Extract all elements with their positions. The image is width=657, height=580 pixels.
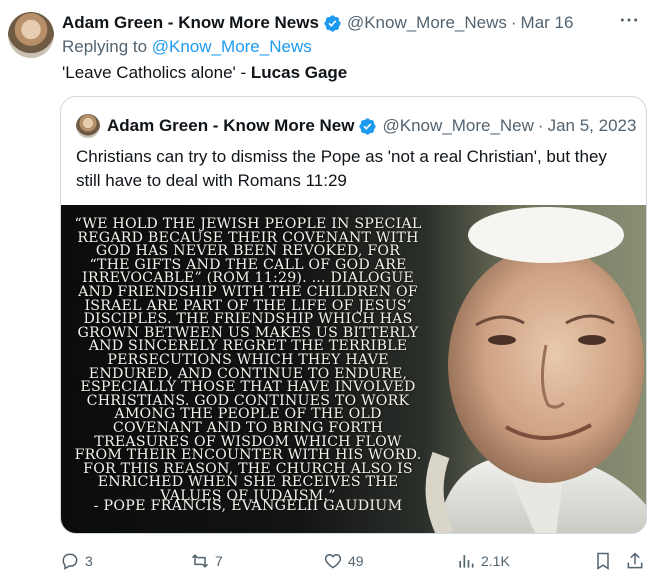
- like-icon: [324, 553, 342, 569]
- bookmark-button[interactable]: [593, 550, 613, 572]
- more-icon[interactable]: [619, 10, 639, 35]
- repost-icon: [191, 554, 209, 568]
- quoted-author-handle: @Know_More_New: [382, 116, 534, 135]
- image-attribution: - Pope Francis, Evangelii Gaudium: [93, 498, 403, 514]
- author-name[interactable]: Adam Green - Know More News: [62, 13, 319, 33]
- repost-button[interactable]: 7: [190, 550, 223, 572]
- verified-badge-icon: [324, 14, 341, 32]
- quoted-date: Jan 5, 2023: [547, 116, 637, 135]
- action-bar: 3 7 49 2.1K: [60, 550, 647, 574]
- quoted-image[interactable]: “We hold the Jewish people in special re…: [61, 205, 646, 533]
- author-handle[interactable]: @Know_More_News: [347, 13, 507, 33]
- reply-button[interactable]: 3: [60, 550, 93, 572]
- verified-badge-icon: [359, 117, 377, 135]
- quoted-author-name: Adam Green - Know More New: [107, 116, 355, 135]
- repost-count: 7: [215, 553, 223, 569]
- share-button[interactable]: [625, 550, 645, 572]
- header-separator: ·: [510, 13, 517, 32]
- pope-portrait: [425, 207, 646, 533]
- share-icon: [627, 552, 643, 569]
- like-count: 49: [348, 553, 364, 569]
- tweet-text-bold: Lucas Gage: [250, 63, 348, 82]
- tweet-date[interactable]: Mar 16: [521, 13, 574, 33]
- tweet-header: Adam Green - Know More News @Know_More_N…: [62, 12, 573, 34]
- quoted-text: Christians can try to dismiss the Pope a…: [76, 147, 607, 190]
- replying-to-link[interactable]: @Know_More_News: [152, 37, 312, 56]
- image-quote-text: “We hold the Jewish people in special re…: [74, 216, 422, 504]
- replying-to: Replying to @Know_More_News: [62, 37, 312, 57]
- reply-icon: [62, 553, 78, 570]
- tweet-text-main: 'Leave Catholics alone' -: [62, 63, 251, 82]
- tweet-text: 'Leave Catholics alone' - Lucas Gage: [62, 63, 347, 83]
- quoted-tweet[interactable]: Adam Green - Know More New @Know_More_Ne…: [60, 96, 647, 534]
- replying-prefix: Replying to: [62, 37, 148, 56]
- quoted-separator: ·: [537, 116, 544, 135]
- quoted-author-avatar: [76, 114, 100, 138]
- views-button[interactable]: 2.1K: [456, 550, 510, 572]
- like-button[interactable]: 49: [323, 550, 364, 572]
- author-avatar[interactable]: [8, 12, 54, 58]
- quoted-header: Adam Green - Know More New @Know_More_Ne…: [107, 115, 636, 137]
- bookmark-icon: [597, 552, 609, 570]
- reply-count: 3: [85, 553, 93, 569]
- views-count: 2.1K: [481, 553, 510, 569]
- views-icon: [459, 555, 474, 568]
